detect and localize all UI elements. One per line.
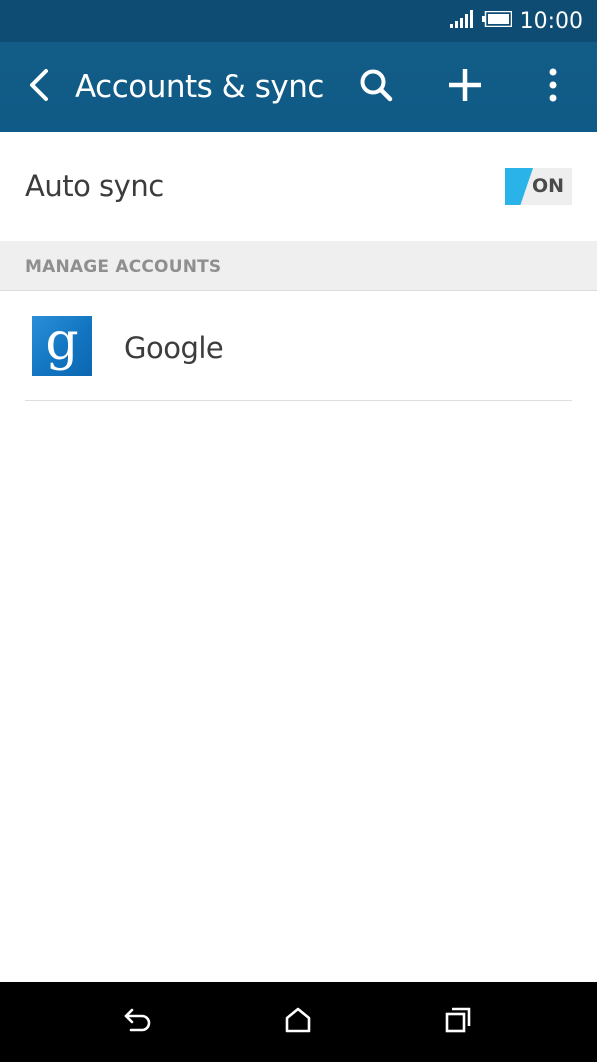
row-divider [25, 400, 572, 401]
toggle-state-text: ON [531, 175, 564, 197]
nav-recent-apps-icon [444, 1006, 472, 1039]
status-right: 10:00 [449, 0, 583, 42]
nav-recent-apps-button[interactable] [436, 1000, 480, 1044]
status-clock: 10:00 [519, 8, 583, 34]
section-header-text: MANAGE ACCOUNTS [25, 257, 222, 277]
nav-back-icon [122, 1006, 154, 1039]
google-g-glyph: g [45, 312, 79, 372]
nav-home-button[interactable] [276, 1000, 320, 1044]
screen: 10:00 Accounts & sync Auto sync ON MANAG… [0, 0, 597, 1062]
google-icon: g [32, 312, 92, 376]
nav-bar [0, 982, 597, 1062]
chevron-left-icon [26, 68, 50, 107]
auto-sync-toggle[interactable]: ON [505, 168, 572, 205]
battery-full-icon [481, 10, 512, 32]
nav-home-icon [284, 1006, 312, 1039]
overflow-menu-button[interactable] [528, 62, 578, 112]
plus-icon [447, 67, 483, 108]
manage-accounts-header: MANAGE ACCOUNTS [0, 241, 597, 291]
action-bar: Accounts & sync [0, 42, 597, 132]
nav-back-button[interactable] [116, 1000, 160, 1044]
account-row-google[interactable]: g Google [0, 291, 597, 401]
search-icon [359, 68, 393, 107]
signal-bars-icon [449, 9, 474, 33]
auto-sync-row[interactable]: Auto sync ON [0, 132, 597, 241]
more-vertical-icon [548, 68, 558, 107]
auto-sync-label: Auto sync [25, 169, 164, 203]
page-title: Accounts & sync [75, 69, 324, 105]
status-bar: 10:00 [0, 0, 597, 42]
search-button[interactable] [351, 62, 401, 112]
back-button[interactable] [18, 64, 58, 110]
toggle-accent-stripe [505, 168, 533, 205]
account-name: Google [124, 331, 224, 365]
add-account-button[interactable] [440, 62, 490, 112]
